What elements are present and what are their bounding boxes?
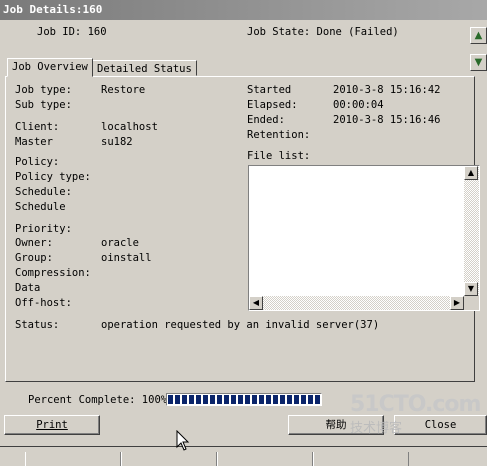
window-title: Job Details:160	[3, 3, 103, 16]
schedule-label: Schedule:	[15, 186, 72, 198]
job-state: Job State: Done (Failed)	[247, 26, 399, 38]
sub-type-label: Sub type:	[15, 99, 72, 111]
print-button[interactable]: Print	[4, 415, 100, 435]
job-type-label: Job type:	[15, 84, 72, 96]
triangle-up-icon: ▲	[467, 168, 475, 177]
status-value: operation requested by an invalid server…	[101, 319, 380, 331]
owner-value: oracle	[101, 237, 139, 249]
file-list-label: File list:	[247, 150, 311, 162]
priority-label: Priority:	[15, 223, 72, 235]
tab-detailed-status[interactable]: Detailed Status	[92, 60, 197, 76]
job-id-label: Job ID:	[37, 26, 82, 38]
bottom-separator	[0, 446, 487, 447]
started-label: Started	[247, 84, 292, 96]
scroll-up-arrow[interactable]: ▲	[464, 166, 478, 180]
data-label: Data	[15, 282, 41, 294]
owner-label: Owner:	[15, 237, 53, 249]
elapsed-value: 00:00:04	[333, 99, 384, 111]
triangle-down-icon: ▼	[467, 284, 475, 293]
job-id-value: 160	[87, 26, 107, 38]
ended-label: Ended:	[247, 114, 285, 126]
mouse-cursor-icon	[176, 430, 190, 451]
scroll-down-button[interactable]: ▼	[470, 54, 487, 71]
progress-bar-fill	[168, 395, 320, 404]
scroll-up-button[interactable]: ▲	[470, 27, 487, 44]
close-button[interactable]: Close	[394, 415, 487, 435]
triangle-right-icon: ▶	[453, 298, 461, 307]
scrollbar-corner	[464, 296, 479, 310]
up-arrow-icon: ▲	[474, 30, 483, 41]
job-state-label: Job State:	[247, 26, 311, 38]
percent-complete-text: Percent Complete:	[28, 394, 136, 406]
help-button-label: 帮助	[325, 419, 347, 431]
ended-value: 2010-3-8 15:16:46	[333, 114, 441, 126]
watermark-subtitle: 技术博客	[350, 417, 402, 436]
master-value: su182	[101, 136, 133, 148]
file-list-horizontal-scrollbar[interactable]: ◀ ▶	[249, 296, 464, 310]
compression-label: Compression:	[15, 267, 91, 279]
scroll-right-arrow[interactable]: ▶	[450, 296, 464, 310]
watermark-logo: 51CTO.com	[350, 392, 481, 417]
master-label: Master	[15, 136, 53, 148]
started-value: 2010-3-8 15:16:42	[333, 84, 441, 96]
percent-complete-value: 100%	[141, 394, 168, 406]
policy-label: Policy:	[15, 156, 60, 168]
print-button-label: Print	[36, 419, 68, 431]
client-value: localhost	[101, 121, 158, 133]
triangle-left-icon: ◀	[252, 298, 260, 307]
scroll-down-arrow[interactable]: ▼	[464, 282, 478, 296]
file-list-box[interactable]: ▲ ▼ ◀ ▶	[248, 165, 480, 311]
job-type-value: Restore	[101, 84, 146, 96]
tab-detailed-status-label: Detailed Status	[97, 63, 192, 75]
client-label: Client:	[15, 121, 60, 133]
off-host-label: Off-host:	[15, 297, 72, 309]
progress-bar	[166, 393, 322, 406]
group-label: Group:	[15, 252, 53, 264]
column-header-1[interactable]	[25, 452, 121, 466]
elapsed-label: Elapsed:	[247, 99, 298, 111]
group-value: oinstall	[101, 252, 152, 264]
file-list-vertical-scrollbar[interactable]: ▲ ▼	[464, 166, 479, 296]
status-label: Status:	[15, 319, 60, 331]
job-id: Job ID: 160	[37, 26, 107, 38]
policy-type-label: Policy type:	[15, 171, 91, 183]
job-state-value: Done (Failed)	[316, 26, 399, 38]
scroll-left-arrow[interactable]: ◀	[249, 296, 263, 310]
window-title-bar: Job Details:160	[0, 0, 487, 20]
percent-complete-label: Percent Complete: 100%	[28, 394, 167, 406]
down-arrow-icon: ▼	[474, 57, 483, 68]
column-header-4[interactable]	[313, 452, 409, 466]
column-header-3[interactable]	[217, 452, 313, 466]
close-button-label: Close	[424, 419, 457, 431]
watermark-line1: 51CTO.com	[350, 392, 481, 417]
retention-label: Retention:	[247, 129, 311, 141]
watermark-line2: 技术博客	[350, 421, 403, 436]
tab-job-overview[interactable]: Job Overview	[7, 58, 93, 77]
tab-job-overview-label: Job Overview	[12, 61, 88, 73]
schedule-type-label: Schedule	[15, 201, 66, 213]
column-header-2[interactable]	[121, 452, 217, 466]
